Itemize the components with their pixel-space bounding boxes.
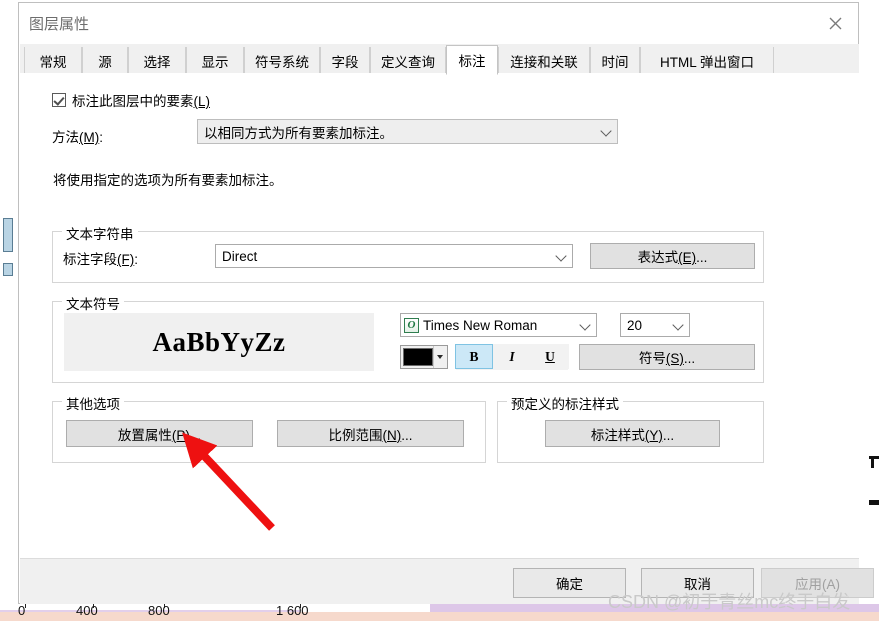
- symbol-button-label: 符号(S)...: [638, 351, 696, 366]
- map-edge-feature-4: [871, 459, 874, 468]
- text-symbol-group: 文本符号 AaBbYyZz O Times New Roman 20 符号(S)…: [52, 293, 764, 383]
- chevron-down-icon[interactable]: [433, 346, 446, 368]
- label-features-checkbox[interactable]: [52, 93, 66, 107]
- method-label: 方法(M):: [52, 130, 104, 145]
- font-family-value: Times New Roman: [423, 317, 538, 333]
- label-features-label: 标注此图层中的要素(L): [72, 94, 210, 109]
- predefined-label-style-group: 预定义的标注样式 标注样式(Y)...: [497, 393, 764, 463]
- font-size-value: 20: [627, 317, 643, 333]
- text-color-picker[interactable]: [400, 345, 448, 369]
- tab-symbology[interactable]: 符号系统: [244, 47, 320, 74]
- font-size-dropdown[interactable]: 20: [620, 313, 690, 337]
- text-symbol-group-title: 文本符号: [62, 293, 124, 313]
- tab-display[interactable]: 显示: [186, 47, 244, 74]
- labels-tab-panel: 标注此图层中的要素(L) 方法(M): 以相同方式为所有要素加标注。 将使用指定…: [20, 73, 859, 558]
- chevron-down-icon[interactable]: [574, 321, 596, 330]
- dialog-title: 图层属性: [29, 16, 90, 33]
- scale-range-button[interactable]: 比例范围(N)...: [277, 420, 464, 447]
- label-features-checkbox-row[interactable]: 标注此图层中的要素(L): [52, 90, 210, 110]
- tab-time[interactable]: 时间: [590, 47, 640, 74]
- predefined-label-style-group-title: 预定义的标注样式: [507, 393, 623, 413]
- bold-button[interactable]: B: [455, 344, 493, 369]
- other-options-group-title: 其他选项: [62, 393, 124, 413]
- map-edge-feature-1: [3, 218, 13, 252]
- other-options-group: 其他选项 放置属性(P)... 比例范围(N)...: [52, 393, 486, 463]
- method-row: 方法(M): 以相同方式为所有要素加标注。: [52, 119, 652, 145]
- scale-range-label: 比例范围(N)...: [328, 427, 413, 443]
- watermark-text: CSDN @初于青丝mc终于白发: [608, 592, 851, 612]
- tab-source[interactable]: 源: [82, 47, 128, 74]
- method-description: 将使用指定的选项为所有要素加标注。: [53, 173, 283, 188]
- text-color-swatch: [403, 348, 433, 366]
- scalebar-label: 1 600: [276, 603, 309, 618]
- chevron-down-icon[interactable]: [550, 252, 572, 261]
- tab-selection[interactable]: 选择: [128, 47, 186, 74]
- scalebar-labels: 0 400 800 1 600: [0, 603, 430, 621]
- scalebar-label: 400: [76, 603, 98, 618]
- underline-button[interactable]: U: [531, 344, 569, 369]
- close-icon[interactable]: [812, 3, 858, 43]
- tab-general[interactable]: 常规: [24, 47, 82, 74]
- scalebar-label: 0: [18, 603, 26, 618]
- tab-definition-query[interactable]: 定义查询: [370, 47, 446, 74]
- text-symbol-preview: AaBbYyZz: [64, 313, 374, 371]
- font-family-dropdown[interactable]: O Times New Roman: [400, 313, 597, 337]
- placement-properties-label: 放置属性(P)...: [117, 427, 202, 443]
- text-string-group-title: 文本字符串: [62, 223, 138, 243]
- chevron-down-icon[interactable]: [595, 127, 617, 136]
- label-styles-button[interactable]: 标注样式(Y)...: [545, 420, 720, 447]
- map-edge-feature-2: [3, 263, 13, 276]
- method-dropdown[interactable]: 以相同方式为所有要素加标注。: [197, 119, 618, 144]
- label-field-label: 标注字段(F):: [63, 252, 139, 267]
- method-dropdown-value: 以相同方式为所有要素加标注。: [204, 125, 393, 141]
- tab-labels[interactable]: 标注: [446, 45, 498, 75]
- label-styles-label: 标注样式(Y)...: [590, 427, 675, 443]
- tab-bar: 常规 源 选择 显示 符号系统 字段 定义查询 标注 连接和关联 时间 HTML…: [20, 44, 859, 75]
- tab-fields[interactable]: 字段: [320, 47, 370, 74]
- expression-button[interactable]: 表达式(E)...: [590, 243, 755, 269]
- italic-button[interactable]: I: [493, 344, 531, 369]
- layer-properties-dialog: 图层属性 常规 源 选择 显示 符号系统 字段 定义查询 标注 连接和关联 时间…: [18, 2, 874, 604]
- dialog-titlebar: 图层属性: [19, 3, 858, 44]
- label-field-dropdown[interactable]: Direct: [215, 244, 573, 268]
- tab-joins-relates[interactable]: 连接和关联: [498, 47, 590, 74]
- map-edge-feature-5: [869, 500, 879, 505]
- scalebar-label: 800: [148, 603, 170, 618]
- placement-properties-button[interactable]: 放置属性(P)...: [66, 420, 253, 447]
- expression-button-label: 表达式(E)...: [637, 250, 708, 265]
- symbol-button[interactable]: 符号(S)...: [579, 344, 755, 370]
- chevron-down-icon[interactable]: [667, 321, 689, 330]
- label-field-value: Direct: [222, 248, 258, 264]
- opentype-font-icon: O: [404, 317, 419, 333]
- tab-html-popup[interactable]: HTML 弹出窗口: [640, 47, 774, 74]
- text-string-group: 文本字符串 标注字段(F): Direct 表达式(E)...: [52, 223, 764, 283]
